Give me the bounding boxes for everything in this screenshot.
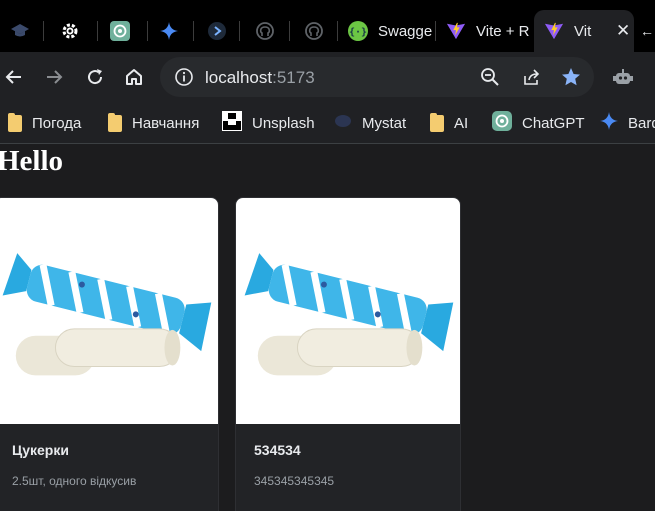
bookmark-label: Навчання bbox=[132, 114, 200, 132]
card-title: 534534 bbox=[254, 442, 301, 458]
gear-icon bbox=[60, 21, 80, 41]
bookmark-ai[interactable]: AI bbox=[430, 111, 468, 135]
gemini-icon bbox=[159, 21, 179, 41]
bookmark-star-icon[interactable] bbox=[561, 67, 581, 87]
zoom-icon[interactable] bbox=[480, 67, 500, 87]
home-button[interactable] bbox=[122, 65, 146, 89]
tab-overflow[interactable]: ← bbox=[640, 10, 655, 52]
tab-1[interactable] bbox=[0, 10, 44, 52]
tab-7[interactable] bbox=[290, 10, 338, 52]
folder-icon bbox=[8, 112, 22, 132]
tab-title: Swagge bbox=[378, 22, 433, 40]
bookmarks-bar: Погода Навчання Unsplash Mystat AI ChatG… bbox=[0, 102, 655, 144]
toolbar: localhost:5173 bbox=[0, 52, 655, 102]
tab-title: Vite + R bbox=[476, 22, 530, 40]
vite-icon bbox=[446, 21, 466, 41]
page-content: Hello Цукерки 2.5шт, одного відкусив 534… bbox=[0, 145, 655, 511]
arrow-icon: ← bbox=[640, 23, 654, 39]
github-icon bbox=[255, 21, 275, 41]
card-title: Цукерки bbox=[12, 442, 69, 458]
forward-arrow-icon bbox=[47, 70, 63, 84]
robot-icon bbox=[613, 69, 633, 84]
tab-8[interactable]: {·} Swagge bbox=[338, 10, 436, 52]
folder-icon bbox=[430, 112, 444, 132]
bookmark-label: AI bbox=[454, 114, 469, 132]
tab-2[interactable] bbox=[44, 10, 98, 52]
bookmark-label: Unsplash bbox=[252, 114, 315, 132]
bookmark-pogoda[interactable]: Погода bbox=[8, 111, 81, 135]
address-bar[interactable]: localhost:5173 bbox=[160, 57, 594, 97]
reload-button[interactable] bbox=[83, 65, 107, 89]
graduation-cap-icon bbox=[10, 21, 30, 41]
info-icon[interactable] bbox=[174, 67, 194, 92]
svg-text:{·}: {·} bbox=[349, 27, 367, 38]
product-card[interactable]: Цукерки 2.5шт, одного відкусив bbox=[0, 197, 219, 511]
bookmark-mystat[interactable]: Mystat bbox=[334, 111, 406, 135]
tab-active[interactable]: Vit ✕ bbox=[534, 10, 634, 52]
folder-icon bbox=[108, 112, 122, 132]
tab-5[interactable] bbox=[194, 10, 240, 52]
forward-button[interactable] bbox=[42, 65, 66, 89]
url-text: localhost:5173 bbox=[205, 68, 315, 87]
back-button[interactable] bbox=[2, 65, 26, 89]
vite-icon bbox=[544, 21, 564, 41]
tab-9[interactable]: Vite + R bbox=[436, 10, 534, 52]
mystat-icon bbox=[334, 112, 352, 135]
bookmark-label: ChatGPT bbox=[522, 114, 585, 132]
card-description: 2.5шт, одного відкусив bbox=[12, 474, 137, 488]
candy-image bbox=[0, 198, 218, 424]
tab-6[interactable] bbox=[240, 10, 290, 52]
bookmark-label: Mystat bbox=[362, 114, 407, 132]
bookmark-unsplash[interactable]: Unsplash bbox=[222, 110, 315, 136]
tab-3[interactable] bbox=[98, 10, 148, 52]
github-icon bbox=[304, 21, 324, 41]
bookmark-bard[interactable]: Bard bbox=[600, 111, 655, 135]
tab-4[interactable] bbox=[148, 10, 194, 52]
tab-title: Vit bbox=[574, 22, 592, 40]
close-tab-icon[interactable]: ✕ bbox=[616, 21, 630, 41]
chatgpt-icon bbox=[110, 21, 130, 41]
bookmark-label: Bard bbox=[628, 114, 655, 132]
back-arrow-icon bbox=[5, 70, 21, 84]
extension-robot-button[interactable] bbox=[611, 65, 635, 89]
share-icon[interactable] bbox=[522, 67, 542, 87]
chatgpt-icon bbox=[492, 110, 512, 136]
reload-icon bbox=[88, 69, 103, 85]
card-description: 345345345345 bbox=[254, 474, 335, 488]
bookmark-navchannya[interactable]: Навчання bbox=[108, 111, 199, 135]
bookmark-label: Погода bbox=[32, 114, 82, 132]
product-card[interactable]: 534534 345345345345 bbox=[235, 197, 461, 511]
play-icon bbox=[207, 21, 227, 41]
swagger-icon: {·} bbox=[348, 21, 368, 41]
bookmark-chatgpt[interactable]: ChatGPT bbox=[492, 110, 585, 136]
gemini-icon bbox=[600, 111, 618, 135]
candy-image bbox=[236, 198, 460, 424]
unsplash-icon bbox=[222, 110, 242, 136]
home-icon bbox=[126, 69, 142, 85]
page-title: Hello bbox=[0, 145, 64, 177]
